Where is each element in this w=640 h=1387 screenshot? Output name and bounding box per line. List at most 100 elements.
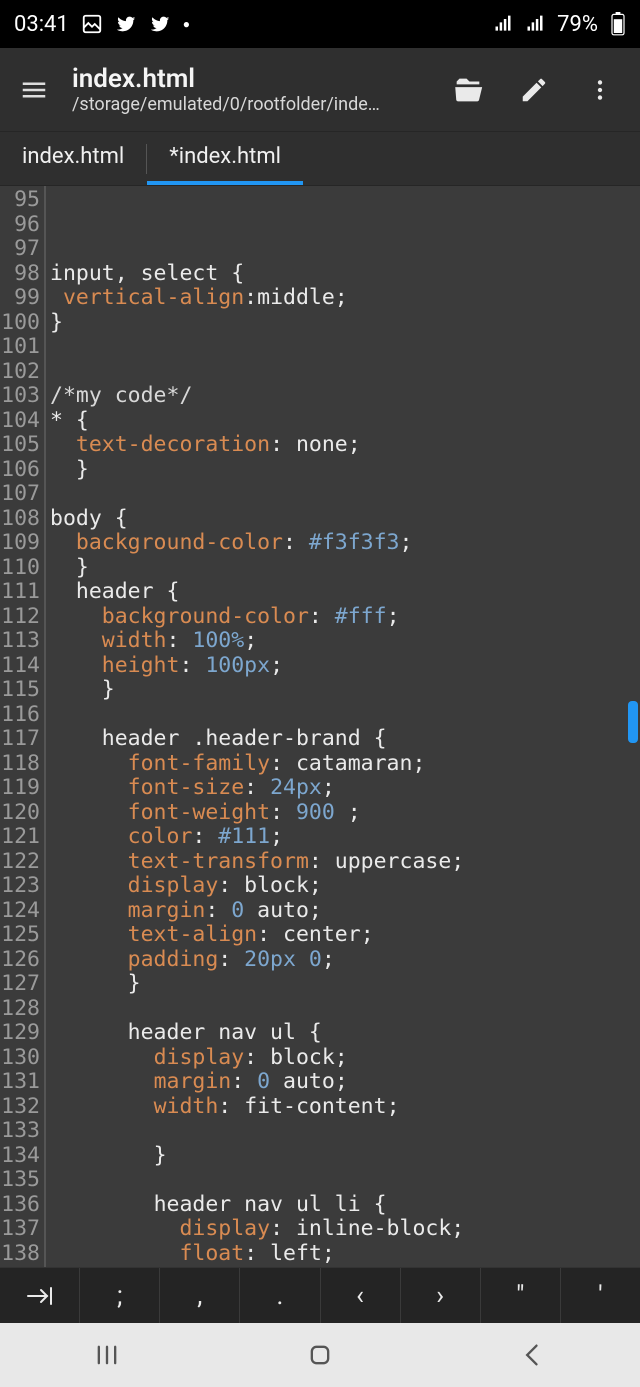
- code-line[interactable]: display: block;: [50, 874, 640, 899]
- twitter-icon: [115, 13, 137, 35]
- line-number: 115: [0, 678, 40, 703]
- code-line[interactable]: header .header-brand {: [50, 727, 640, 752]
- line-number: 113: [0, 629, 40, 654]
- period-key[interactable]: .: [240, 1268, 320, 1323]
- code-line[interactable]: text-align: center;: [50, 923, 640, 948]
- line-number: 129: [0, 1021, 40, 1046]
- right-angle-key[interactable]: ›: [401, 1268, 481, 1323]
- double-quote-key[interactable]: ": [481, 1268, 561, 1323]
- code-line[interactable]: [50, 997, 640, 1022]
- battery-icon: [610, 12, 626, 36]
- line-number: 101: [0, 335, 40, 360]
- home-button[interactable]: [290, 1335, 350, 1375]
- folder-open-icon: [451, 73, 485, 107]
- recents-button[interactable]: [77, 1335, 137, 1375]
- more-vert-icon: [587, 77, 613, 103]
- code-line[interactable]: header {: [50, 580, 640, 605]
- tab-key[interactable]: [0, 1268, 80, 1323]
- code-line[interactable]: [50, 1119, 640, 1144]
- code-line[interactable]: [50, 1168, 640, 1193]
- tab-index-html[interactable]: index.html: [0, 132, 146, 185]
- code-line[interactable]: font-family: catamaran;: [50, 752, 640, 777]
- line-number: 102: [0, 360, 40, 385]
- line-number: 116: [0, 703, 40, 728]
- code-line[interactable]: header nav ul {: [50, 1021, 640, 1046]
- code-line[interactable]: width: 100%;: [50, 629, 640, 654]
- app-bar: index.html /storage/emulated/0/rootfolde…: [0, 48, 640, 132]
- line-number: 114: [0, 654, 40, 679]
- title-block: index.html /storage/emulated/0/rootfolde…: [70, 64, 442, 115]
- code-line[interactable]: * {: [50, 409, 640, 434]
- home-icon: [306, 1341, 334, 1369]
- code-line[interactable]: text-decoration: none;: [50, 433, 640, 458]
- code-line[interactable]: font-size: 24px;: [50, 776, 640, 801]
- single-quote-key[interactable]: ': [561, 1268, 640, 1323]
- line-number: 138: [0, 1242, 40, 1267]
- line-number: 120: [0, 801, 40, 826]
- line-gutter: 9596979899100101102103104105106107108109…: [0, 186, 46, 1267]
- code-line[interactable]: background-color: #fff;: [50, 605, 640, 630]
- code-line[interactable]: float: left;: [50, 1242, 640, 1267]
- open-button[interactable]: [448, 70, 488, 110]
- hamburger-icon: [19, 75, 49, 105]
- edit-button[interactable]: [514, 70, 554, 110]
- line-number: 108: [0, 507, 40, 532]
- tab-arrow-icon: [25, 1285, 55, 1307]
- code-line[interactable]: color: #111;: [50, 825, 640, 850]
- code-line[interactable]: padding: 20px 0;: [50, 948, 640, 973]
- menu-button[interactable]: [4, 60, 64, 120]
- line-number: 134: [0, 1144, 40, 1169]
- left-angle-key[interactable]: ‹: [321, 1268, 401, 1323]
- semicolon-key[interactable]: ;: [80, 1268, 160, 1323]
- line-number: 128: [0, 997, 40, 1022]
- line-number: 111: [0, 580, 40, 605]
- code-line[interactable]: }: [50, 556, 640, 581]
- code-editor[interactable]: 9596979899100101102103104105106107108109…: [0, 186, 640, 1267]
- line-number: 135: [0, 1168, 40, 1193]
- code-line[interactable]: vertical-align:middle;: [50, 286, 640, 311]
- code-line[interactable]: }: [50, 458, 640, 483]
- overflow-button[interactable]: [580, 70, 620, 110]
- tab--index-html[interactable]: *index.html: [147, 132, 303, 185]
- comma-key[interactable]: ,: [160, 1268, 240, 1323]
- code-line[interactable]: [50, 360, 640, 385]
- line-number: 137: [0, 1217, 40, 1242]
- code-line[interactable]: [50, 335, 640, 360]
- code-view[interactable]: input, select { vertical-align:middle;} /…: [46, 186, 640, 1267]
- code-line[interactable]: }: [50, 972, 640, 997]
- code-line[interactable]: height: 100px;: [50, 654, 640, 679]
- scroll-thumb[interactable]: [628, 701, 638, 743]
- signal-icon: [525, 14, 545, 34]
- code-line[interactable]: [50, 703, 640, 728]
- code-line[interactable]: font-weight: 900 ;: [50, 801, 640, 826]
- code-line[interactable]: margin: 0 auto;: [50, 1070, 640, 1095]
- line-number: 96: [0, 213, 40, 238]
- code-line[interactable]: background-color: #f3f3f3;: [50, 531, 640, 556]
- code-line[interactable]: list-style: none;: [50, 1266, 640, 1267]
- code-line[interactable]: header nav ul li {: [50, 1193, 640, 1218]
- screen-root: 03:41 ● 79% index.html /storage/emulated…: [0, 0, 640, 1387]
- code-line[interactable]: text-transform: uppercase;: [50, 850, 640, 875]
- battery-text: 79%: [557, 12, 598, 37]
- dot-icon: ●: [183, 17, 190, 31]
- code-line[interactable]: body {: [50, 507, 640, 532]
- line-number: 105: [0, 433, 40, 458]
- code-line[interactable]: }: [50, 1144, 640, 1169]
- status-bar: 03:41 ● 79%: [0, 0, 640, 48]
- code-line[interactable]: }: [50, 311, 640, 336]
- code-line[interactable]: width: fit-content;: [50, 1095, 640, 1120]
- code-line[interactable]: /*my code*/: [50, 384, 640, 409]
- code-line[interactable]: input, select {: [50, 262, 640, 287]
- line-number: 107: [0, 482, 40, 507]
- line-number: 133: [0, 1119, 40, 1144]
- code-line[interactable]: }: [50, 678, 640, 703]
- code-line[interactable]: [50, 482, 640, 507]
- code-line[interactable]: display: inline-block;: [50, 1217, 640, 1242]
- line-number: 132: [0, 1095, 40, 1120]
- line-number: 122: [0, 850, 40, 875]
- line-number: 126: [0, 948, 40, 973]
- clock-text: 03:41: [14, 12, 69, 37]
- code-line[interactable]: display: block;: [50, 1046, 640, 1071]
- code-line[interactable]: margin: 0 auto;: [50, 899, 640, 924]
- back-button[interactable]: [503, 1335, 563, 1375]
